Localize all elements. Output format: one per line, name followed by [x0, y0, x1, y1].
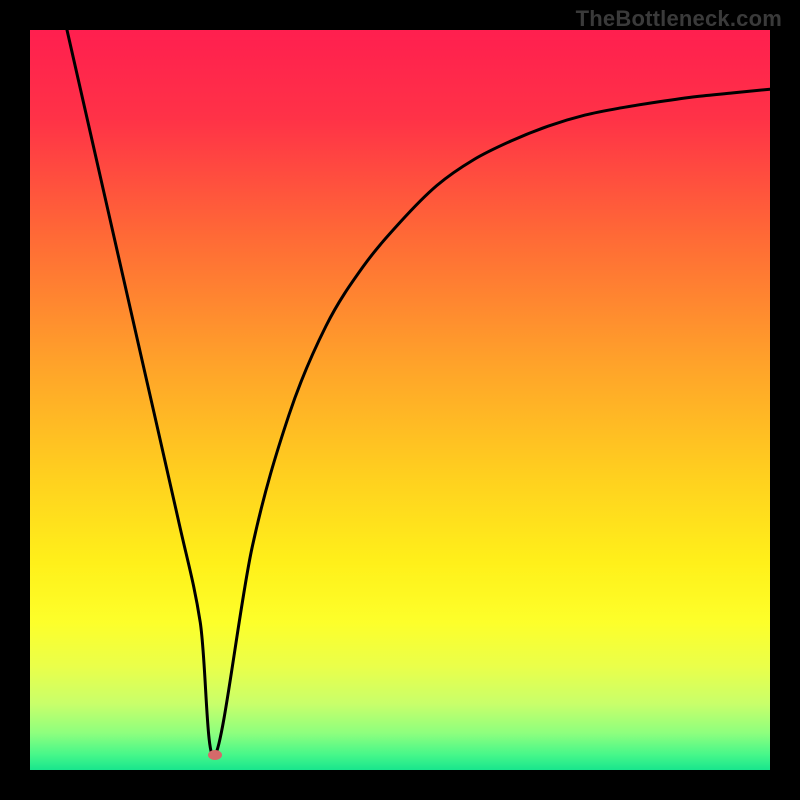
chart-frame: TheBottleneck.com	[0, 0, 800, 800]
plot-area	[30, 30, 770, 770]
watermark-text: TheBottleneck.com	[576, 6, 782, 32]
background-gradient	[30, 30, 770, 770]
